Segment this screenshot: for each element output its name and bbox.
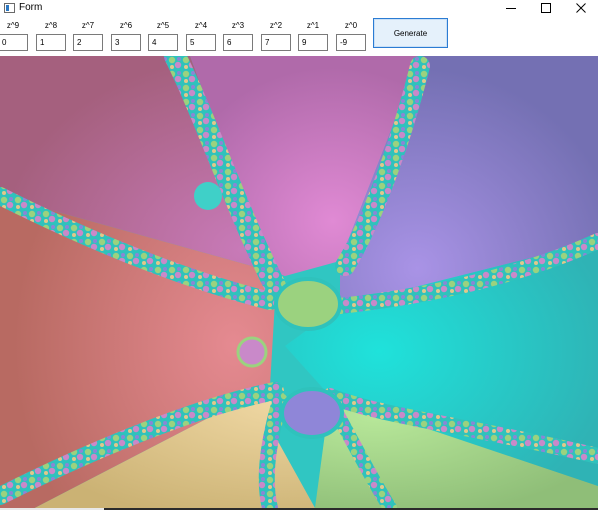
coefficient-label: z^2 [269, 21, 283, 30]
close-button[interactable] [563, 0, 598, 17]
coefficient-label: z^5 [156, 21, 170, 30]
coefficient-label: z^7 [81, 21, 95, 30]
minimize-button[interactable] [493, 0, 529, 17]
coefficient-input[interactable] [111, 34, 141, 51]
coefficient-label: z^3 [231, 21, 245, 30]
maximize-button[interactable] [528, 0, 564, 17]
close-icon [576, 3, 586, 13]
coefficient-input[interactable] [186, 34, 216, 51]
title-bar: Form [0, 0, 598, 17]
coefficient-input[interactable] [298, 34, 328, 51]
coefficient-input[interactable] [36, 34, 66, 51]
fractal-image [0, 56, 598, 508]
fractal-canvas [0, 56, 598, 508]
coefficient-input[interactable] [148, 34, 178, 51]
minimize-icon [506, 8, 516, 9]
coefficient-label: z^1 [306, 21, 320, 30]
coefficient-input[interactable] [223, 34, 253, 51]
generate-button[interactable]: Generate [373, 18, 448, 48]
coefficient-label: z^9 [6, 21, 20, 30]
coefficient-input[interactable] [261, 34, 291, 51]
coefficient-input[interactable] [336, 34, 366, 51]
coefficient-toolbar: z^9 z^8 z^7 z^6 z^5 z^4 z^3 z^2 z^1 z^0 … [0, 17, 598, 56]
coefficient-label: z^4 [194, 21, 208, 30]
form-icon [4, 3, 15, 13]
coefficient-label: z^0 [344, 21, 358, 30]
coefficient-input[interactable] [0, 34, 28, 51]
coefficient-label: z^8 [44, 21, 58, 30]
window-title: Form [19, 2, 43, 13]
coefficient-input[interactable] [73, 34, 103, 51]
maximize-icon [541, 3, 551, 13]
coefficient-label: z^6 [119, 21, 133, 30]
